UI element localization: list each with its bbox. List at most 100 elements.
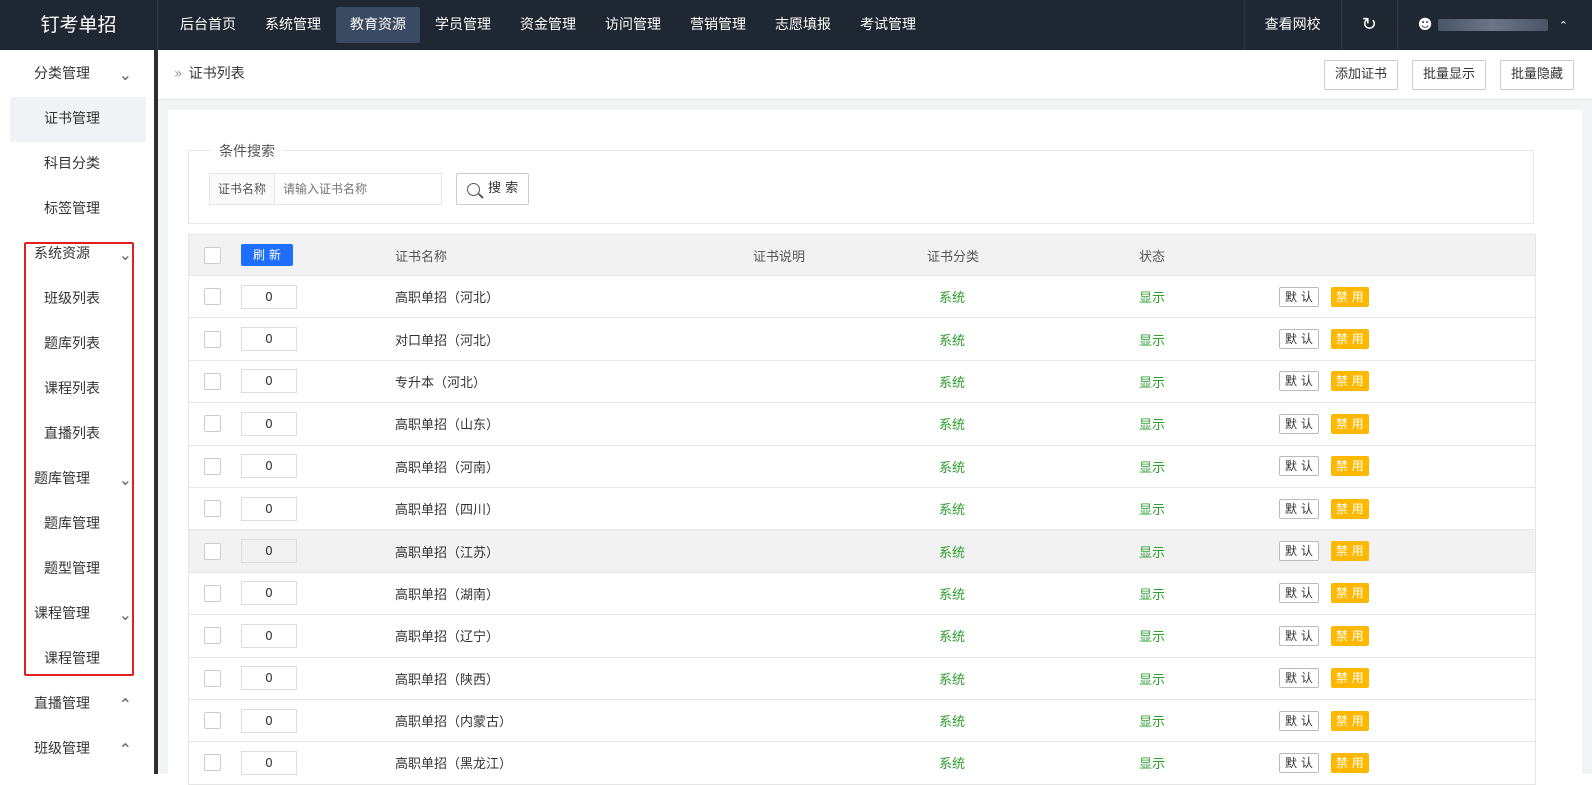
select-all-checkbox[interactable] xyxy=(204,246,221,264)
row-checkbox[interactable] xyxy=(204,415,221,433)
sidebar-item-0-1[interactable]: 科目分类 xyxy=(0,142,154,187)
set-default-button[interactable]: 默 认 xyxy=(1279,541,1319,562)
nav-item-0[interactable]: 后台首页 xyxy=(166,0,250,50)
disable-button[interactable]: 禁 用 xyxy=(1330,498,1369,519)
disable-button[interactable]: 禁 用 xyxy=(1330,710,1369,731)
sidebar-group-0[interactable]: 分类管理 ⌄ xyxy=(0,52,154,97)
sidebar-group-label: 直播管理 xyxy=(34,696,90,712)
sidebar-item-2-0[interactable]: 题库管理 xyxy=(0,502,154,547)
nav-item-5[interactable]: 访问管理 xyxy=(591,0,675,50)
certificate-name: 高职单招（河南） xyxy=(395,460,500,476)
nav-item-4[interactable]: 资金管理 xyxy=(506,0,590,50)
row-checkbox[interactable] xyxy=(204,712,221,730)
row-checkbox[interactable] xyxy=(204,457,221,475)
refresh-icon[interactable]: ↻ xyxy=(1340,0,1397,50)
set-default-button[interactable]: 默 认 xyxy=(1279,456,1319,477)
user-menu[interactable]: ☻ ⌃ xyxy=(1396,0,1592,50)
sidebar-item-0-2[interactable]: 标签管理 xyxy=(0,187,154,232)
sidebar-item-3-0[interactable]: 课程管理 xyxy=(0,637,154,682)
row-checkbox[interactable] xyxy=(204,330,221,348)
view-site-link[interactable]: 查看网校 xyxy=(1243,0,1341,50)
sidebar-item-2-1[interactable]: 题型管理 xyxy=(0,547,154,592)
batch-show-button[interactable]: 批量显示 xyxy=(1411,60,1486,90)
sort-input[interactable]: 0 xyxy=(241,411,297,436)
search-button[interactable]: 搜 索 xyxy=(456,173,530,205)
header-status: 状态 xyxy=(1139,249,1166,265)
set-default-button[interactable]: 默 认 xyxy=(1279,286,1319,307)
row-checkbox[interactable] xyxy=(204,542,221,560)
set-default-button[interactable]: 默 认 xyxy=(1279,752,1319,773)
sidebar-item-1-2[interactable]: 课程列表 xyxy=(0,367,154,412)
search-row: 证书名称 搜 索 xyxy=(209,173,530,205)
sort-input[interactable]: 0 xyxy=(241,496,297,521)
batch-hide-button[interactable]: 批量隐藏 xyxy=(1499,60,1574,90)
chevron-up-icon: ⌃ xyxy=(118,695,132,714)
sidebar-group-1[interactable]: 系统资源 ⌄ xyxy=(0,232,154,277)
table-row: 0 高职单招（内蒙古） 系统 显示 默 认禁 用 xyxy=(188,699,1536,743)
certificate-name: 高职单招（山东） xyxy=(395,418,500,434)
table-row: 0 高职单招（辽宁） 系统 显示 默 认禁 用 xyxy=(188,615,1536,658)
certificate-category: 系统 xyxy=(939,503,966,519)
row-checkbox[interactable] xyxy=(204,372,221,390)
sidebar-group-4[interactable]: 直播管理 ⌃ xyxy=(0,682,154,727)
set-default-button[interactable]: 默 认 xyxy=(1279,625,1319,646)
disable-button[interactable]: 禁 用 xyxy=(1330,752,1369,773)
nav-item-8[interactable]: 考试管理 xyxy=(846,0,930,50)
sidebar: 分类管理 ⌄ 证书管理 科目分类 标签管理 系统资源 ⌄ 班级列表 题库列表 课程列表 直播列表 题库… xyxy=(0,50,158,774)
nav-item-3[interactable]: 学员管理 xyxy=(421,0,505,50)
search-button-label: 搜 索 xyxy=(488,181,519,196)
sort-input[interactable]: 0 xyxy=(241,284,297,309)
table-row: 0 高职单招（河北） 系统 显示 默 认禁 用 xyxy=(188,276,1536,319)
sort-input[interactable]: 0 xyxy=(241,623,297,648)
disable-button[interactable]: 禁 用 xyxy=(1330,625,1369,646)
add-certificate-button[interactable]: 添加证书 xyxy=(1323,60,1398,90)
row-checkbox[interactable] xyxy=(204,669,221,687)
certificate-category: 系统 xyxy=(939,418,966,434)
set-default-button[interactable]: 默 认 xyxy=(1279,668,1319,689)
row-checkbox[interactable] xyxy=(204,627,221,645)
set-default-button[interactable]: 默 认 xyxy=(1279,498,1319,519)
disable-button[interactable]: 禁 用 xyxy=(1330,286,1369,307)
sidebar-item-0-0[interactable]: 证书管理 xyxy=(10,97,146,142)
refresh-button[interactable]: 刷 新 xyxy=(241,244,293,266)
nav-item-2[interactable]: 教育资源 xyxy=(336,7,420,43)
sort-input[interactable]: 0 xyxy=(241,539,297,564)
sort-input[interactable]: 0 xyxy=(241,369,297,394)
row-checkbox[interactable] xyxy=(204,584,221,602)
table-row: 0 高职单招（湖南） 系统 显示 默 认禁 用 xyxy=(188,572,1536,616)
search-input[interactable] xyxy=(274,173,443,205)
disable-button[interactable]: 禁 用 xyxy=(1330,668,1369,689)
sidebar-item-1-0[interactable]: 班级列表 xyxy=(0,277,154,322)
disable-button[interactable]: 禁 用 xyxy=(1330,371,1369,392)
sidebar-item-1-3[interactable]: 直播列表 xyxy=(0,412,154,457)
sidebar-item-1-1[interactable]: 题库列表 xyxy=(0,322,154,367)
sort-input[interactable]: 0 xyxy=(241,327,297,352)
disable-button[interactable]: 禁 用 xyxy=(1330,456,1369,477)
disable-button[interactable]: 禁 用 xyxy=(1330,541,1369,562)
row-checkbox[interactable] xyxy=(204,500,221,518)
set-default-button[interactable]: 默 认 xyxy=(1279,710,1319,731)
set-default-button[interactable]: 默 认 xyxy=(1279,413,1319,434)
row-checkbox[interactable] xyxy=(204,288,221,306)
sidebar-group-label: 系统资源 xyxy=(34,246,90,262)
disable-button[interactable]: 禁 用 xyxy=(1330,583,1369,604)
sidebar-group-2[interactable]: 题库管理 ⌄ xyxy=(0,457,154,502)
top-navbar: 钉考单招 后台首页 系统管理 教育资源 学员管理 资金管理 访问管理 营销管理 志愿填报 考试管… xyxy=(0,0,1592,50)
disable-button[interactable]: 禁 用 xyxy=(1330,329,1369,350)
set-default-button[interactable]: 默 认 xyxy=(1279,329,1319,350)
sort-input[interactable]: 0 xyxy=(241,750,297,775)
nav-item-6[interactable]: 营销管理 xyxy=(676,0,760,50)
sort-input[interactable]: 0 xyxy=(241,708,297,733)
set-default-button[interactable]: 默 认 xyxy=(1279,371,1319,392)
nav-item-1[interactable]: 系统管理 xyxy=(251,0,335,50)
sidebar-group-5[interactable]: 班级管理 ⌃ xyxy=(0,727,154,772)
sort-input[interactable]: 0 xyxy=(241,454,297,479)
sort-input[interactable]: 0 xyxy=(241,581,297,606)
row-checkbox[interactable] xyxy=(204,754,221,772)
disable-button[interactable]: 禁 用 xyxy=(1330,413,1369,434)
sort-input[interactable]: 0 xyxy=(241,666,297,691)
table-header: 刷 新 证书名称 证书说明 证书分类 状态 xyxy=(188,234,1536,276)
sidebar-group-3[interactable]: 课程管理 ⌄ xyxy=(0,592,154,637)
nav-item-7[interactable]: 志愿填报 xyxy=(761,0,845,50)
set-default-button[interactable]: 默 认 xyxy=(1279,583,1319,604)
